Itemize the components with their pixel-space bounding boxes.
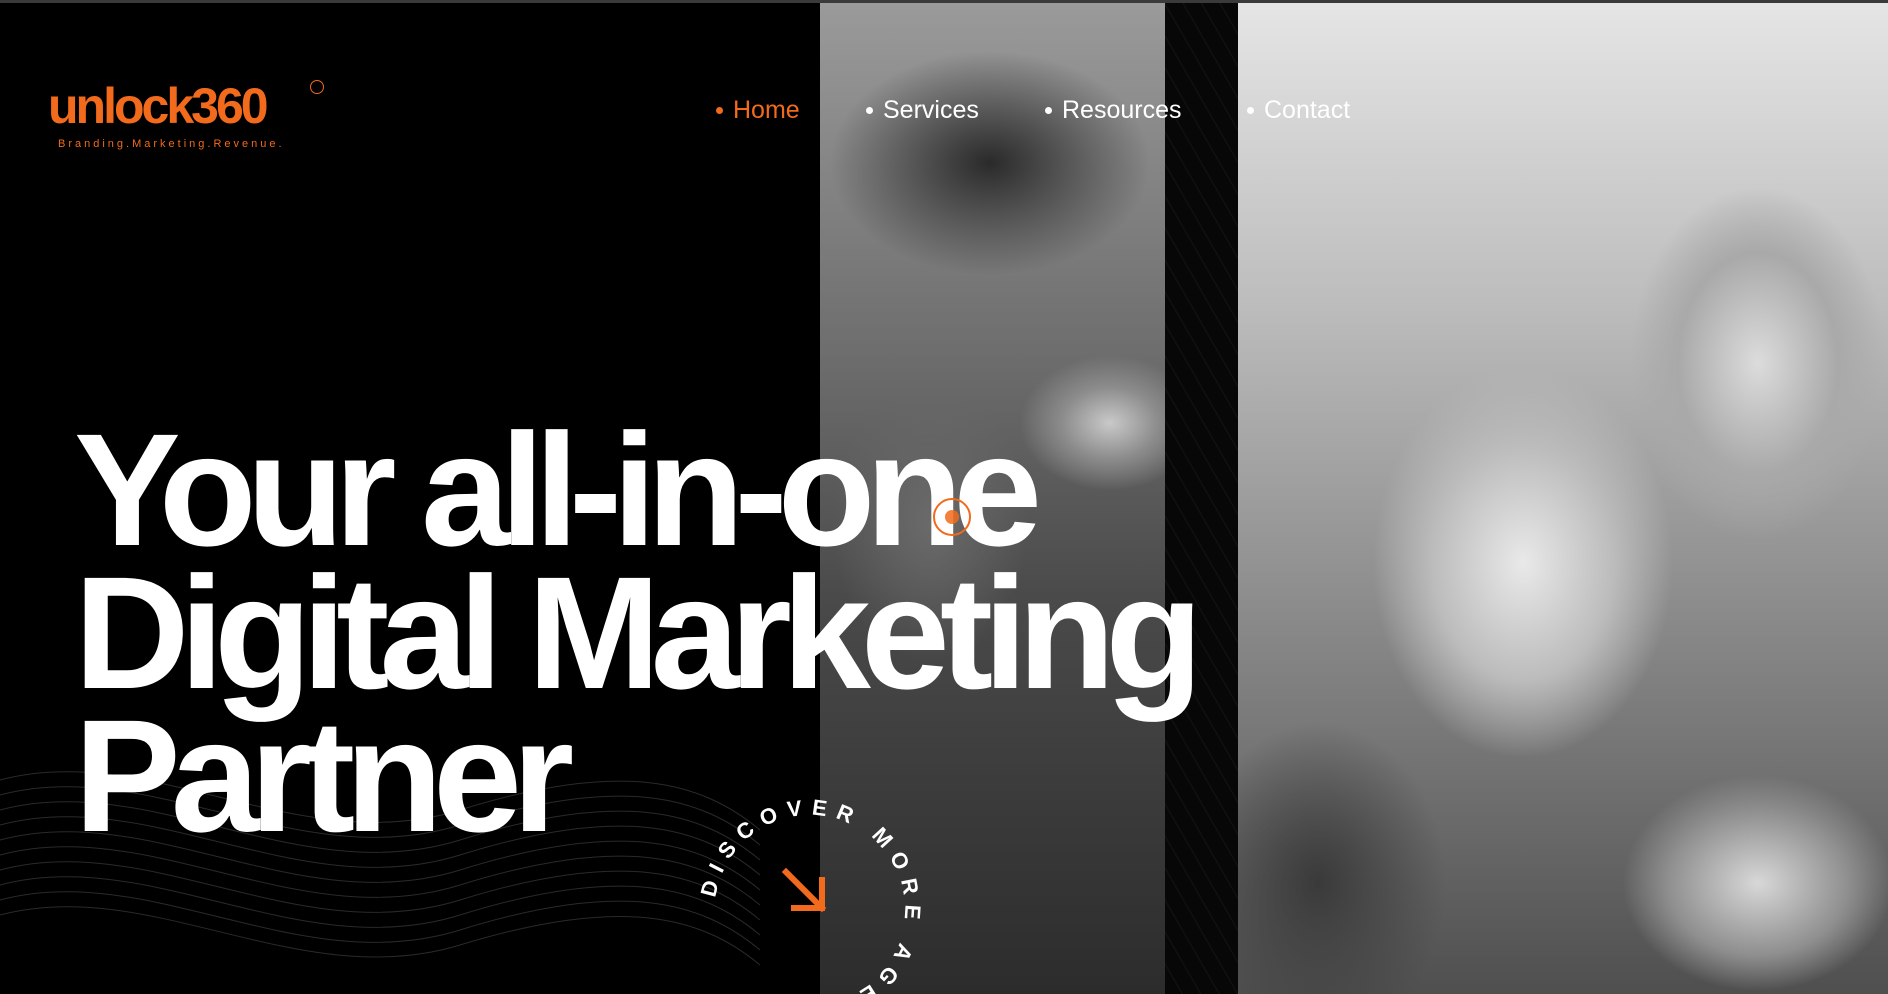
nav-home-label: Home [733,96,800,124]
cursor-dot-icon [945,510,959,524]
arrow-down-right-icon [781,867,827,913]
discover-more-badge[interactable]: DISCOVER MORE AGENCY [690,790,930,994]
hero-line-1: Your all-in-one [74,400,1042,579]
hero-line-3: Partner [74,686,574,865]
nav-services-label: Services [883,96,979,124]
nav-resources-label: Resources [1062,96,1182,124]
bullet-icon [1247,107,1254,114]
circular-text-badge: DISCOVER MORE AGENCY [696,794,917,994]
hero-line-2: Digital Marketing [74,543,1203,722]
bullet-icon [866,107,873,114]
bullet-icon [1045,107,1052,114]
nav-services[interactable]: Services [866,96,979,125]
nav-resources[interactable]: Resources [1045,96,1182,125]
logo-mark-icon [310,80,324,94]
nav-contact[interactable]: Contact [1247,96,1350,125]
hero-heading: Your all-in-one Digital Marketing Partne… [74,400,1274,865]
team-photo-right [1238,3,1888,994]
main-nav: Home Services Resources Contact [0,96,1888,128]
brand-tagline: Branding.Marketing.Revenue. [58,138,285,150]
nav-contact-label: Contact [1264,96,1351,124]
nav-home[interactable]: Home [716,96,800,125]
bullet-icon [716,107,723,114]
